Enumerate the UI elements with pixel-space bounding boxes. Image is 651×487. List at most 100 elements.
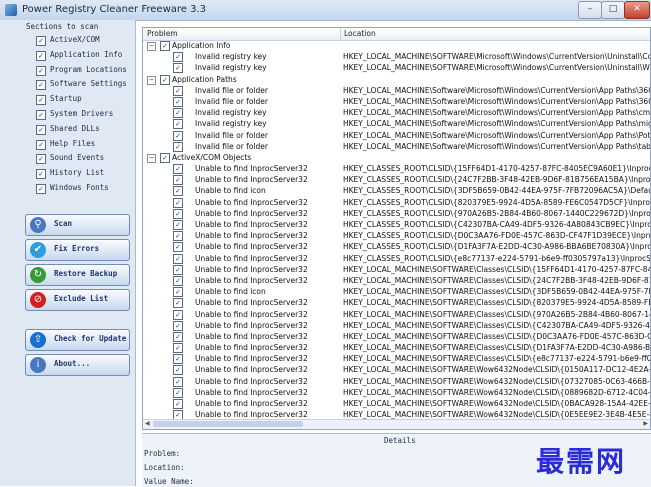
list-item[interactable]: ✓ Unable to find InprocServer32 HKEY_CLASS… — [143, 230, 650, 242]
checkbox-icon[interactable]: ✓ — [173, 264, 183, 275]
section-option[interactable]: ✓ Application Info — [36, 49, 134, 61]
list-item[interactable]: ✓ Invalid file or folder HKEY_LOCAL_MACHIN… — [143, 130, 650, 141]
checkbox-icon[interactable]: ✓ — [173, 141, 183, 152]
column-header-problem[interactable]: Problem — [147, 29, 178, 38]
minimize-button[interactable]: – — [578, 1, 602, 19]
checkbox-icon[interactable]: ✓ — [173, 343, 183, 354]
checkbox-icon[interactable]: ✓ — [36, 95, 46, 106]
list-item[interactable]: ✓ Unable to find InprocServer32 HKEY_LOCAL… — [143, 275, 650, 286]
checkbox-icon[interactable]: ✓ — [173, 63, 183, 74]
section-option[interactable]: ✓ ActiveX/COM — [36, 34, 134, 46]
list-item[interactable]: ✓ Unable to find InprocServer32 HKEY_LOCAL… — [143, 342, 650, 354]
scrollbar-thumb[interactable] — [153, 421, 303, 427]
scroll-right-icon[interactable]: ▶ — [643, 420, 648, 427]
checkbox-icon[interactable]: ✓ — [36, 110, 46, 120]
list-item[interactable]: ✓ Invalid registry key HKEY_LOCAL_MACHINE\… — [143, 62, 650, 74]
checkbox-icon[interactable]: ✓ — [173, 309, 183, 320]
fix-errors-button[interactable]: ✔ Fix Errors — [25, 239, 130, 261]
scan-button[interactable]: ⚲ Scan — [25, 214, 130, 236]
checkbox-icon[interactable]: ✓ — [173, 320, 183, 331]
list-item[interactable]: ✓ Unable to find icon HKEY_CLASSES_ROOT\CL… — [143, 185, 650, 197]
group-row[interactable]: − ✓ Application Paths — [143, 74, 650, 85]
checkbox-icon[interactable]: ✓ — [36, 80, 46, 91]
section-option[interactable]: ✓ Software Settings — [36, 78, 134, 91]
checkbox-icon[interactable]: ✓ — [173, 96, 183, 107]
checkbox-icon[interactable]: ✓ — [173, 85, 183, 96]
section-option[interactable]: ✓ Startup — [36, 93, 134, 106]
list-item[interactable]: ✓ Unable to find InprocServer32 HKEY_LOCAL… — [143, 387, 650, 398]
column-header-location[interactable]: Location — [344, 29, 376, 38]
section-option[interactable]: ✓ Program Locations — [36, 64, 134, 76]
checkbox-icon[interactable]: ✓ — [36, 169, 46, 180]
list-item[interactable]: ✓ Unable to find InprocServer32 HKEY_LOCAL… — [143, 364, 650, 376]
checkbox-icon[interactable]: ✓ — [173, 175, 183, 186]
list-item[interactable]: ✓ Unable to find icon HKEY_LOCAL_MACHINE\S… — [143, 286, 650, 298]
checkbox-icon[interactable]: ✓ — [36, 65, 46, 76]
scroll-left-icon[interactable]: ◀ — [145, 420, 150, 427]
list-item[interactable]: ✓ Unable to find InprocServer32 HKEY_LOCAL… — [143, 398, 650, 409]
list-item[interactable]: ✓ Unable to find InprocServer32 HKEY_CLASS… — [143, 174, 650, 186]
checkbox-icon[interactable]: ✓ — [173, 52, 183, 63]
list-item[interactable]: ✓ Invalid registry key HKEY_LOCAL_MACHINE\… — [143, 51, 650, 63]
checkbox-icon[interactable]: ✓ — [173, 119, 183, 130]
list-item[interactable]: ✓ Unable to find InprocServer32 HKEY_CLASS… — [143, 219, 650, 230]
list-item[interactable]: ✓ Invalid registry key HKEY_LOCAL_MACHINE\… — [143, 118, 650, 130]
list-item[interactable]: ✓ Invalid file or folder HKEY_LOCAL_MACHIN… — [143, 96, 650, 107]
checkbox-icon[interactable]: ✓ — [173, 399, 183, 409]
list-item[interactable]: ✓ Unable to find InprocServer32 HKEY_CLASS… — [143, 197, 650, 208]
checkbox-icon[interactable]: ✓ — [36, 50, 46, 61]
checkbox-icon[interactable]: ✓ — [173, 130, 183, 141]
exclude-list-button[interactable]: ⊘ Exclude List — [25, 289, 130, 311]
list-item[interactable]: ✓ Unable to find InprocServer32 HKEY_CLASS… — [143, 241, 650, 253]
checkbox-icon[interactable]: ✓ — [173, 331, 183, 342]
checkbox-icon[interactable]: ✓ — [173, 376, 183, 387]
collapse-icon[interactable]: − — [147, 42, 156, 51]
checkbox-icon[interactable]: ✓ — [36, 124, 46, 135]
maximize-button[interactable]: □ — [601, 1, 625, 19]
close-button[interactable]: ✕ — [624, 1, 650, 19]
section-option[interactable]: ✓ Sound Events — [36, 152, 134, 165]
section-option[interactable]: ✓ Shared DLLs — [36, 123, 134, 135]
checkbox-icon[interactable]: ✓ — [173, 253, 183, 264]
section-option[interactable]: ✓ History List — [36, 167, 134, 180]
list-item[interactable]: ✓ Unable to find InprocServer32 HKEY_CLASS… — [143, 208, 650, 219]
checkbox-icon[interactable]: ✓ — [173, 186, 183, 197]
collapse-icon[interactable]: − — [147, 75, 156, 85]
checkbox-icon[interactable]: ✓ — [173, 275, 183, 286]
checkbox-icon[interactable]: ✓ — [36, 139, 46, 150]
checkbox-icon[interactable]: ✓ — [173, 287, 183, 298]
checkbox-icon[interactable]: ✓ — [173, 220, 183, 230]
list-item[interactable]: ✓ Unable to find InprocServer32 HKEY_LOCAL… — [143, 309, 650, 320]
checkbox-icon[interactable]: ✓ — [36, 184, 46, 194]
collapse-icon[interactable]: − — [147, 153, 156, 163]
list-item[interactable]: ✓ Unable to find InprocServer32 HKEY_LOCAL… — [143, 320, 650, 331]
checkbox-icon[interactable]: ✓ — [160, 74, 170, 85]
list-item[interactable]: ✓ Invalid file or folder HKEY_LOCAL_MACHIN… — [143, 141, 650, 152]
checkbox-icon[interactable]: ✓ — [173, 387, 183, 398]
checkbox-icon[interactable]: ✓ — [173, 354, 183, 365]
problem-list[interactable]: Problem Location − ✓ Application Info ✓ Inva… — [142, 27, 651, 430]
checkbox-icon[interactable]: ✓ — [173, 365, 183, 376]
section-option[interactable]: ✓ Help Files — [36, 138, 134, 150]
check-for-update-button[interactable]: ⇧ Check for Update — [25, 329, 130, 351]
about-button[interactable]: i About... — [25, 354, 130, 376]
checkbox-icon[interactable]: ✓ — [173, 231, 183, 242]
list-item[interactable]: ✓ Unable to find InprocServer32 HKEY_CLASS… — [143, 253, 650, 264]
group-row[interactable]: − ✓ ActiveX/COM Objects — [143, 152, 650, 163]
checkbox-icon[interactable]: ✓ — [173, 208, 183, 219]
checkbox-icon[interactable]: ✓ — [160, 152, 170, 163]
restore-backup-button[interactable]: ↻ Restore Backup — [25, 264, 130, 286]
checkbox-icon[interactable]: ✓ — [160, 41, 170, 51]
checkbox-icon[interactable]: ✓ — [36, 36, 46, 46]
checkbox-icon[interactable]: ✓ — [173, 298, 183, 309]
section-option[interactable]: ✓ System Drivers — [36, 108, 134, 120]
list-item[interactable]: ✓ Unable to find InprocServer32 HKEY_CLASS… — [143, 163, 650, 175]
list-item[interactable]: ✓ Unable to find InprocServer32 HKEY_LOCAL… — [143, 353, 650, 365]
horizontal-scrollbar[interactable]: ◀ ▶ — [143, 419, 650, 429]
list-item[interactable]: ✓ Unable to find InprocServer32 HKEY_LOCAL… — [143, 264, 650, 275]
checkbox-icon[interactable]: ✓ — [173, 164, 183, 175]
list-item[interactable]: ✓ Invalid registry key HKEY_LOCAL_MACHINE\… — [143, 107, 650, 119]
list-item[interactable]: ✓ Unable to find InprocServer32 HKEY_LOCAL… — [143, 376, 650, 387]
list-item[interactable]: ✓ Unable to find InprocServer32 HKEY_LOCAL… — [143, 297, 650, 309]
group-row[interactable]: − ✓ Application Info — [143, 40, 650, 51]
